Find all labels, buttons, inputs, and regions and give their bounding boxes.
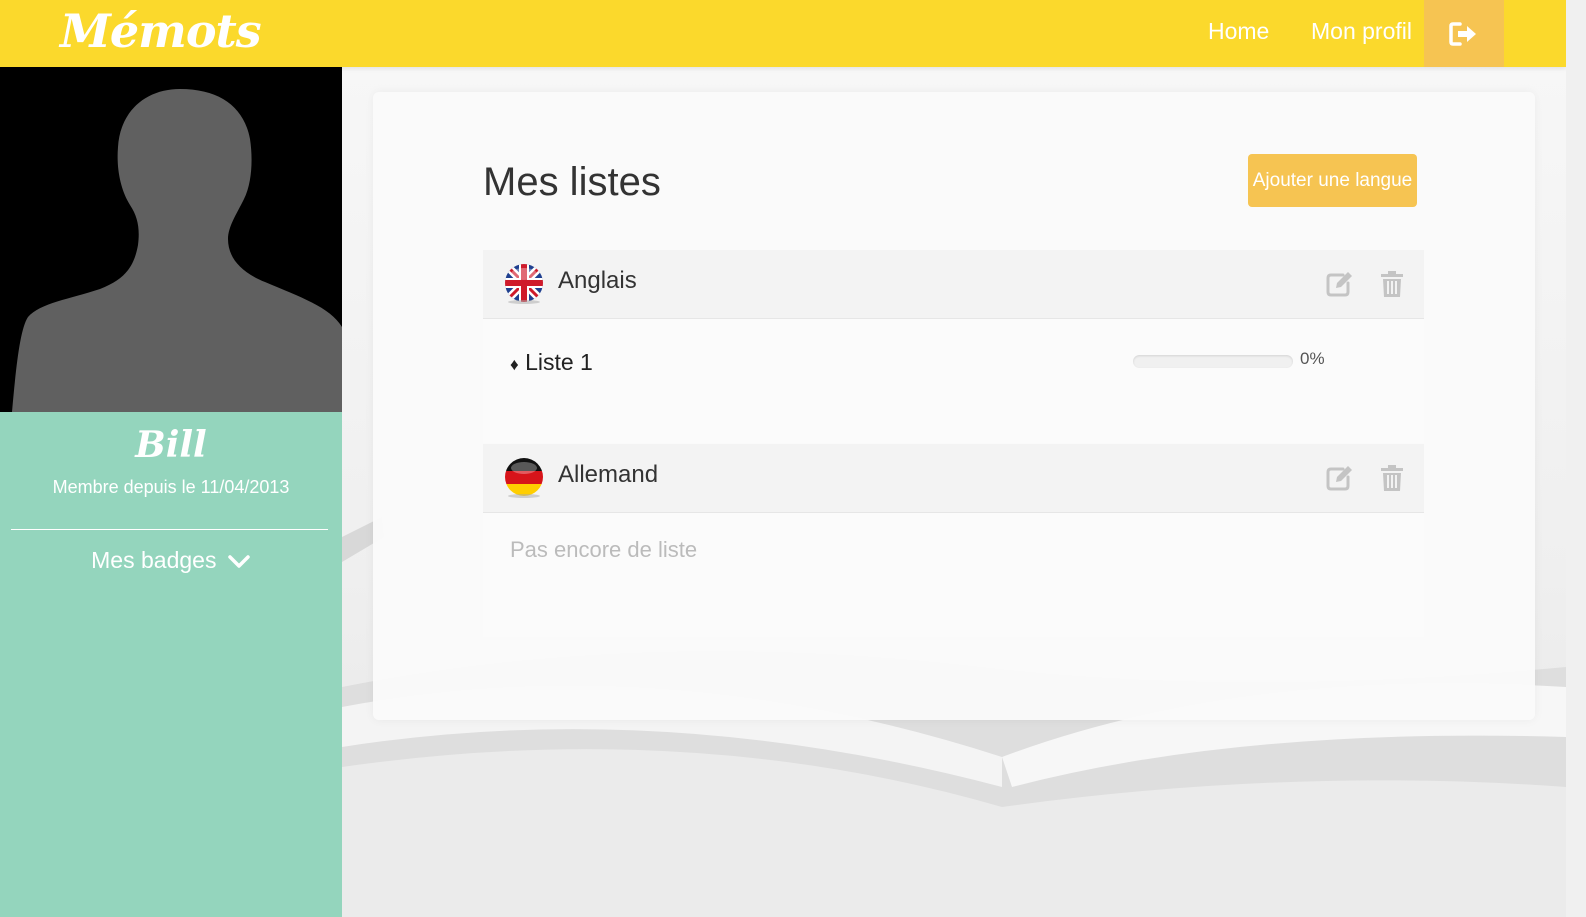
list-progress-bar (1133, 355, 1293, 368)
top-navbar: Mémots Home Mon profil (0, 0, 1566, 67)
nav-profile-link[interactable]: Mon profil (1311, 18, 1412, 45)
language-lists: Pas encore de liste (483, 513, 1424, 637)
uk-flag-icon (505, 264, 543, 304)
language-header: Anglais (483, 250, 1424, 319)
user-silhouette-icon (12, 89, 342, 412)
sidebar-divider (11, 529, 328, 530)
progress-percentage: 0% (1300, 349, 1325, 368)
language-header: Allemand (483, 444, 1424, 513)
logout-button[interactable] (1424, 0, 1504, 67)
edit-icon[interactable] (1325, 464, 1353, 497)
language-name: Allemand (558, 461, 659, 488)
list-bullet: ♦ (510, 355, 519, 374)
germany-flag-icon (505, 458, 543, 498)
nav-home-link[interactable]: Home (1208, 18, 1269, 45)
avatar (0, 67, 342, 412)
app-logo[interactable]: Mémots (60, 4, 262, 58)
my-badges-toggle[interactable]: Mes badges (0, 547, 342, 574)
member-since-text: Membre depuis le 11/04/2013 (52, 477, 290, 497)
my-lists-card: Mes listes Ajouter une langue Anglais ♦ … (373, 92, 1535, 720)
empty-list-message: Pas encore de liste (510, 537, 698, 562)
profile-sidebar: Bill Membre depuis le 11/04/2013 Mes bad… (0, 67, 342, 917)
language-panel-german: Allemand Pas encore de liste (483, 444, 1424, 637)
edit-icon[interactable] (1325, 270, 1353, 303)
user-name: Bill (135, 424, 207, 466)
chevron-down-icon (228, 555, 250, 568)
add-language-button[interactable]: Ajouter une langue (1248, 154, 1417, 207)
badges-label: Mes badges (91, 547, 217, 573)
language-lists: ♦ Liste 1 0% (483, 319, 1424, 443)
sign-out-icon (1449, 21, 1476, 46)
trash-icon[interactable] (1380, 464, 1404, 497)
window-scrollbar[interactable] (1566, 0, 1586, 917)
language-name: Anglais (558, 267, 637, 294)
list-name: Liste 1 (525, 349, 593, 375)
list-item-link[interactable]: ♦ Liste 1 (510, 349, 593, 376)
page-title: Mes listes (483, 160, 661, 204)
trash-icon[interactable] (1380, 270, 1404, 303)
language-panel-english: Anglais ♦ Liste 1 0% (483, 250, 1424, 443)
